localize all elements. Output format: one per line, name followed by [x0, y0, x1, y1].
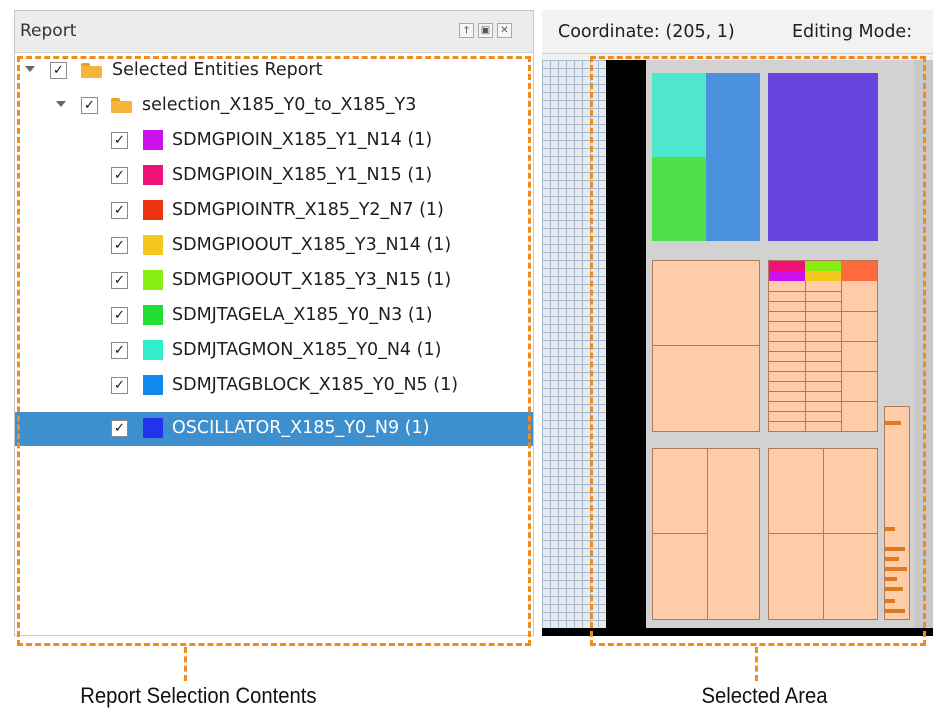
report-panel-title: Report: [20, 21, 77, 41]
float-icon[interactable]: ▣: [478, 23, 493, 38]
report-panel-header: Report † ▣ ✕: [15, 11, 533, 53]
view-header: Coordinate: (205, 1) Editing Mode:: [542, 10, 933, 54]
editing-mode-label: Editing Mode:: [792, 22, 913, 42]
pin-icon[interactable]: †: [459, 23, 474, 38]
right-callout-connector: [755, 647, 758, 681]
selected-area-highlight: [590, 56, 926, 646]
left-callout-connector: [184, 647, 187, 681]
close-icon[interactable]: ✕: [497, 23, 512, 38]
callout-selected-area: Selected Area: [701, 683, 828, 708]
report-selection-highlight: [17, 56, 531, 646]
callout-report-selection-contents: Report Selection Contents: [80, 683, 317, 708]
coordinate-readout: Coordinate: (205, 1): [558, 22, 735, 42]
